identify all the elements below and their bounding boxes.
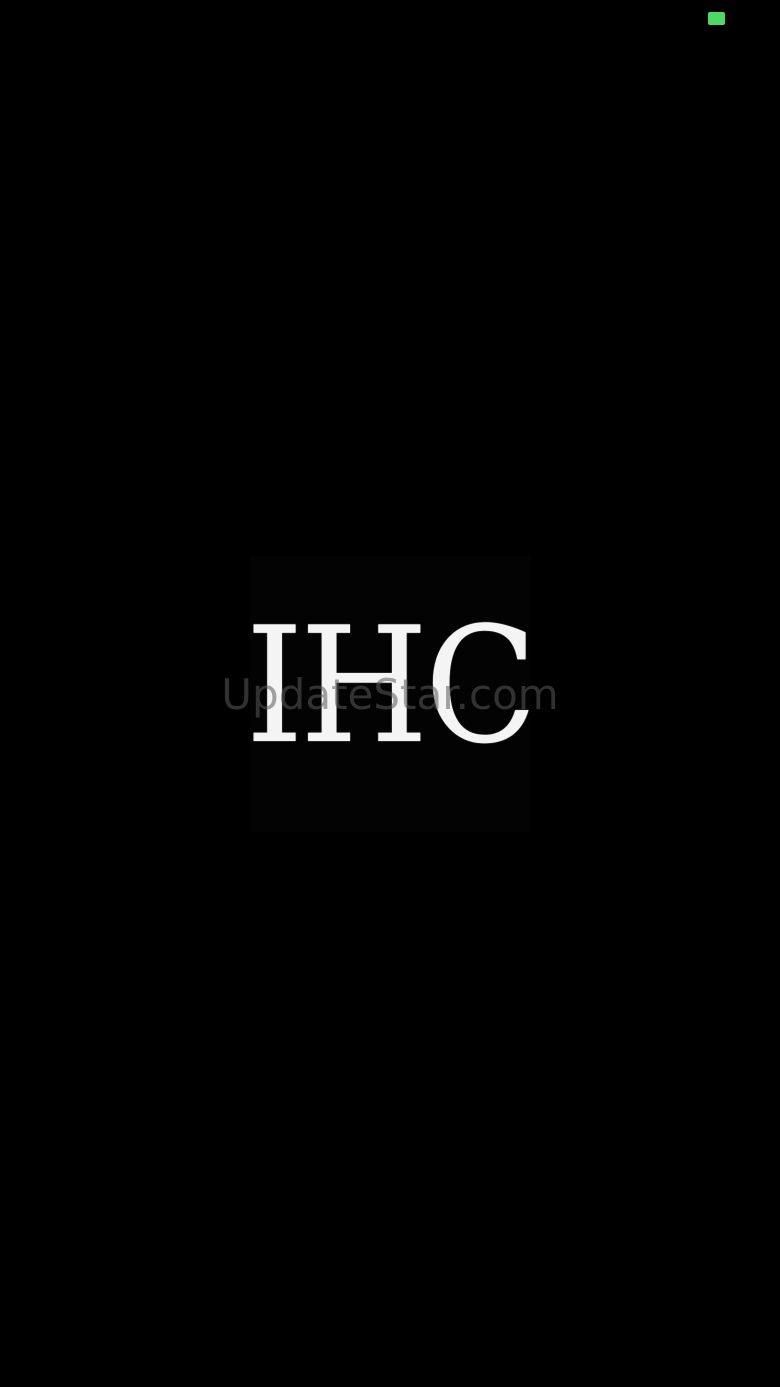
app-logo: IHC [246, 556, 538, 832]
logo-text: IHC [245, 592, 538, 779]
battery-icon [708, 12, 725, 25]
splash-screen: IHC UpdateStar.com [0, 0, 780, 1387]
